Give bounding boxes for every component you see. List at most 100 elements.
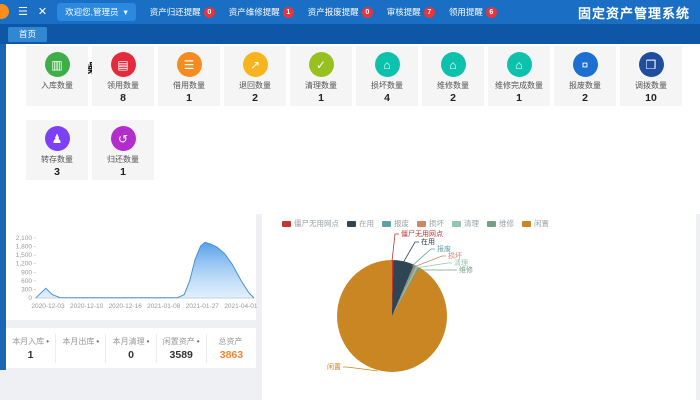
- chevron-down-icon: ▾: [123, 7, 127, 18]
- info-dot-icon: •: [197, 337, 200, 346]
- card-value: 3: [54, 166, 60, 178]
- copy-icon: ❒: [639, 52, 664, 77]
- svg-text:2,100: 2,100: [16, 235, 33, 242]
- legend-item[interactable]: 损坏: [417, 218, 444, 229]
- stat-item: 本月入库• 1: [6, 334, 56, 363]
- top-header: ☰ ✕ 欢迎您,管理员 ▾ 资产归还提醒 0 资产维修提醒 1 资产报废提醒 0…: [0, 0, 700, 24]
- svg-text:1,800: 1,800: [16, 244, 33, 251]
- nav-reminder-label: 资产归还提醒: [150, 6, 201, 18]
- stat-card: ❒ 调拨数量 10: [620, 46, 682, 106]
- legend-label: 在用: [359, 218, 374, 229]
- svg-text:2021-04-01: 2021-04-01: [224, 303, 258, 310]
- stat-value: [56, 349, 105, 361]
- legend-item[interactable]: 报废: [382, 218, 409, 229]
- legend-swatch-icon: [347, 221, 356, 227]
- sidebar-sliver: [0, 44, 6, 370]
- clean-icon: ✓: [309, 52, 334, 77]
- nav-reminder-item[interactable]: 审核提醒 7: [387, 6, 435, 18]
- legend-item[interactable]: 清理: [452, 218, 479, 229]
- svg-text:2020-12-10: 2020-12-10: [70, 303, 104, 310]
- stat-card: ✓ 清理数量 1: [290, 46, 352, 106]
- svg-text:2021-01-27: 2021-01-27: [186, 303, 220, 310]
- legend-label: 维修: [499, 218, 514, 229]
- svg-text:300: 300: [21, 286, 32, 293]
- bar-chart-icon: ▥: [45, 52, 70, 77]
- home-icon: ⌂: [441, 52, 466, 77]
- user-name: 欢迎您,管理员: [65, 6, 118, 18]
- legend-item[interactable]: 闲置: [522, 218, 549, 229]
- nav-reminder-label: 领用提醒: [449, 6, 483, 18]
- svg-text:1,500: 1,500: [16, 252, 33, 259]
- legend-label: 清理: [464, 218, 479, 229]
- legend-label: 僵尸无用网点: [294, 218, 339, 229]
- stat-item: 本月出库•: [56, 334, 106, 363]
- legend-label: 损坏: [429, 218, 444, 229]
- legend-label: 闲置: [534, 218, 549, 229]
- app-root: ☰ ✕ 欢迎您,管理员 ▾ 资产归还提醒 0 资产维修提醒 1 资产报废提醒 0…: [0, 0, 700, 400]
- pie-chart[interactable]: [337, 260, 447, 372]
- stat-value: 1: [6, 349, 55, 361]
- card-label: 维修数量: [437, 80, 469, 91]
- notification-badge: 7: [424, 7, 435, 18]
- stat-value: 3863: [207, 349, 256, 361]
- nav-reminder-label: 审核提醒: [387, 6, 421, 18]
- svg-text:2021-01-08: 2021-01-08: [147, 303, 181, 310]
- legend-label: 报废: [394, 218, 409, 229]
- legend-swatch-icon: [382, 221, 391, 227]
- notification-badge: 6: [486, 7, 497, 18]
- stats-panel: 本月入库• 1 本月出库• 本月清理• 0 闲置资产• 3589 总资产 386…: [6, 328, 256, 368]
- pie-callout-lines: [262, 214, 696, 400]
- legend-swatch-icon: [452, 221, 461, 227]
- notification-badge: 0: [204, 7, 215, 18]
- legend-item[interactable]: 维修: [487, 218, 514, 229]
- home-icon: ⌂: [375, 52, 400, 77]
- nav-reminder-item[interactable]: 资产报废提醒 0: [308, 6, 373, 18]
- tab-home[interactable]: 首页: [8, 27, 47, 42]
- pie-slice-label: 维修: [459, 265, 473, 275]
- card-value: 2: [252, 92, 258, 104]
- card-value: 10: [645, 92, 657, 104]
- card-label: 维修完成数量: [495, 80, 543, 91]
- card-label: 入库数量: [41, 80, 73, 91]
- pie-slice-label: 在用: [421, 237, 435, 247]
- legend-swatch-icon: [417, 221, 426, 227]
- legend-item[interactable]: 僵尸无用网点: [282, 218, 339, 229]
- close-icon[interactable]: ✕: [38, 0, 47, 24]
- stat-card: ▤ 领用数量 8: [92, 46, 154, 106]
- notification-badge: 1: [283, 7, 294, 18]
- line-chart-icon: ↗: [243, 52, 268, 77]
- nav-reminder-item[interactable]: 资产维修提醒 1: [229, 6, 294, 18]
- notification-badge: 0: [362, 7, 373, 18]
- svg-text:2020-12-03: 2020-12-03: [31, 303, 65, 310]
- stat-card: ↺ 归还数量 1: [92, 120, 154, 180]
- stat-card: ☰ 借用数量 1: [158, 46, 220, 106]
- legend-item[interactable]: 在用: [347, 218, 374, 229]
- stat-label: 总资产: [218, 337, 242, 346]
- svg-text:0: 0: [28, 295, 32, 302]
- return-icon: ↺: [111, 126, 136, 151]
- nav-reminder-label: 资产报废提醒: [308, 6, 359, 18]
- stat-card: ♟ 转存数量 3: [26, 120, 88, 180]
- info-dot-icon: •: [46, 337, 49, 346]
- card-label: 领用数量: [107, 80, 139, 91]
- menu-toggle-icon[interactable]: ☰: [18, 0, 28, 24]
- nav-reminder-item[interactable]: 领用提醒 6: [449, 6, 497, 18]
- stat-value: 0: [106, 349, 155, 361]
- card-value: 1: [120, 166, 126, 178]
- card-label: 调拨数量: [635, 80, 667, 91]
- card-value: 1: [186, 92, 192, 104]
- user-dropdown[interactable]: 欢迎您,管理员 ▾: [57, 3, 136, 21]
- pie-legend: 僵尸无用网点 在用 报废 损坏 清理 维修 闲置: [282, 218, 549, 229]
- card-value: 8: [120, 92, 126, 104]
- card-value: 1: [516, 92, 522, 104]
- stat-card: ▥ 入库数量: [26, 46, 88, 106]
- stat-card: ¤ 报废数量 2: [554, 46, 616, 106]
- card-label: 转存数量: [41, 154, 73, 165]
- stat-card: ⌂ 维修数量 2: [422, 46, 484, 106]
- stat-item: 总资产 3863: [207, 334, 256, 363]
- nav-reminder-item[interactable]: 资产归还提醒 0: [150, 6, 215, 18]
- card-label: 退回数量: [239, 80, 271, 91]
- stat-label: 本月入库: [12, 337, 44, 346]
- card-label: 损坏数量: [371, 80, 403, 91]
- logo-icon: [0, 4, 9, 19]
